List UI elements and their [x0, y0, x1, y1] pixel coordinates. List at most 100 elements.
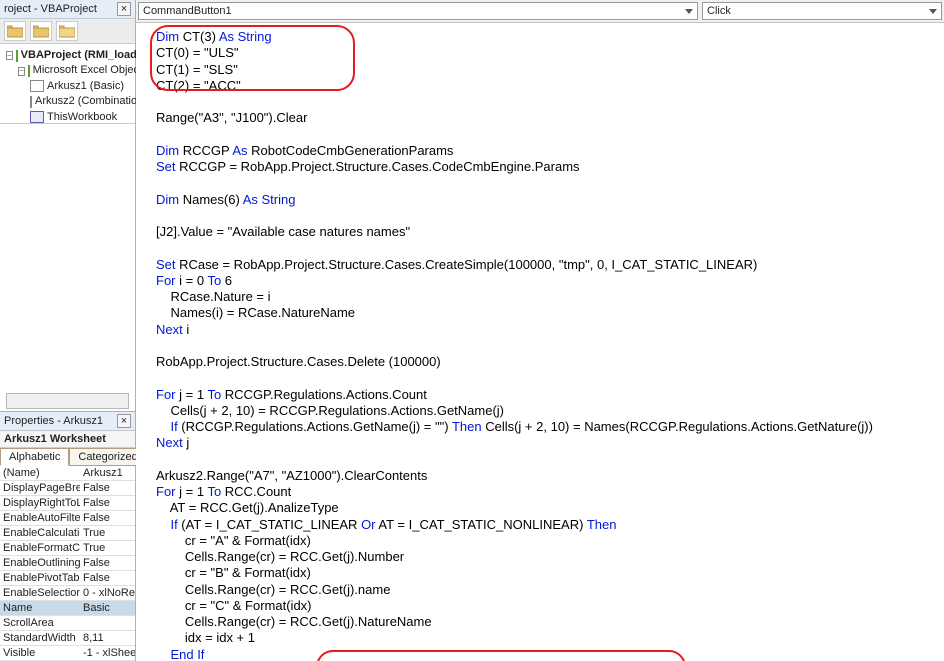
property-grid[interactable]: (Name)Arkusz1DisplayPageBreakFalseDispla… — [0, 466, 135, 661]
code-line[interactable]: Arkusz2.Range("A7", "AZ1000").ClearConte… — [156, 468, 924, 484]
property-value[interactable] — [80, 616, 135, 630]
code-line[interactable]: Cells.Range(cr) = RCC.Get(j).Number — [156, 549, 924, 565]
code-line[interactable] — [156, 208, 924, 224]
code-line[interactable]: If (AT = I_CAT_STATIC_LINEAR Or AT = I_C… — [156, 517, 924, 533]
code-line[interactable]: Dim RCCGP As RobotCodeCmbGenerationParam… — [156, 143, 924, 159]
code-line[interactable] — [156, 370, 924, 386]
code-line[interactable]: [J2].Value = "Available case natures nam… — [156, 224, 924, 240]
property-value[interactable]: True — [80, 526, 135, 540]
code-line[interactable]: Set RCase = RobApp.Project.Structure.Cas… — [156, 257, 924, 273]
property-row[interactable]: StandardWidth8,11 — [0, 631, 135, 646]
project-tree[interactable]: −VBAProject (RMI_loadco −Microsoft Excel… — [0, 44, 135, 124]
code-line[interactable]: Next i — [156, 322, 924, 338]
property-row[interactable]: EnableCalculationTrue — [0, 526, 135, 541]
project-icon — [16, 50, 18, 62]
code-line[interactable]: RCase.Nature = i — [156, 289, 924, 305]
properties-panel: Properties - Arkusz1 × Arkusz1 Worksheet… — [0, 411, 135, 661]
property-row[interactable]: NameBasic — [0, 601, 135, 616]
tree-workbook-label: ThisWorkbook — [47, 110, 117, 125]
props-object-selector[interactable]: Arkusz1 Worksheet — [0, 431, 135, 448]
tab-alphabetic[interactable]: Alphabetic — [0, 448, 69, 466]
property-key: Name — [0, 601, 80, 615]
property-row[interactable]: (Name)Arkusz1 — [0, 466, 135, 481]
code-line[interactable]: Cells(j + 2, 10) = RCCGP.Regulations.Act… — [156, 403, 924, 419]
property-row[interactable]: EnableSelection0 - xlNoRestricti — [0, 586, 135, 601]
code-line[interactable]: CT(0) = "ULS" — [156, 45, 924, 61]
code-line[interactable]: Names(i) = RCase.NatureName — [156, 305, 924, 321]
code-line[interactable]: End If — [156, 647, 924, 661]
code-line[interactable]: For j = 1 To RCCGP.Regulations.Actions.C… — [156, 387, 924, 403]
property-value[interactable]: False — [80, 556, 135, 570]
property-key: (Name) — [0, 466, 80, 480]
project-toolbar — [0, 19, 135, 44]
code-line[interactable]: cr = "B" & Format(idx) — [156, 565, 924, 581]
code-line[interactable]: cr = "A" & Format(idx) — [156, 533, 924, 549]
toolbar-btn-2[interactable] — [30, 21, 52, 41]
tree-workbook[interactable]: ThisWorkbook — [2, 110, 133, 125]
toolbar-btn-1[interactable] — [4, 21, 26, 41]
worksheet-icon — [30, 80, 44, 92]
property-value[interactable]: False — [80, 481, 135, 495]
tree-sheet-2-label: Arkusz2 (Combinatio — [35, 94, 137, 109]
property-row[interactable]: EnableFormatConTrue — [0, 541, 135, 556]
code-line[interactable] — [156, 452, 924, 468]
project-panel-title: roject - VBAProject × — [0, 0, 135, 19]
property-value[interactable]: False — [80, 571, 135, 585]
property-key: EnableCalculation — [0, 526, 80, 540]
property-row[interactable]: Visible-1 - xlSheetVisi — [0, 646, 135, 661]
code-line[interactable]: AT = RCC.Get(j).AnalizeType — [156, 500, 924, 516]
property-row[interactable]: ScrollArea — [0, 616, 135, 631]
code-line[interactable]: For j = 1 To RCC.Count — [156, 484, 924, 500]
code-line[interactable] — [156, 127, 924, 143]
property-value[interactable]: True — [80, 541, 135, 555]
property-value[interactable]: -1 - xlSheetVisi — [80, 646, 135, 660]
property-value[interactable]: 8,11 — [80, 631, 135, 645]
procedure-dropdown[interactable]: Click — [702, 2, 942, 20]
tree-scroll-area[interactable] — [0, 124, 135, 411]
object-dropdown-value: CommandButton1 — [143, 5, 232, 17]
code-line[interactable]: For i = 0 To 6 — [156, 273, 924, 289]
object-dropdown[interactable]: CommandButton1 — [138, 2, 698, 20]
project-panel-close[interactable]: × — [117, 2, 131, 16]
props-panel-close[interactable]: × — [117, 414, 131, 428]
code-line[interactable]: Range("A3", "J100").Clear — [156, 110, 924, 126]
property-row[interactable]: DisplayPageBreakFalse — [0, 481, 135, 496]
property-value[interactable]: 0 - xlNoRestricti — [80, 586, 135, 600]
procedure-dropdown-value: Click — [707, 5, 731, 17]
code-line[interactable]: CT(2) = "ACC" — [156, 78, 924, 94]
tree-sheet-1[interactable]: Arkusz1 (Basic) — [2, 79, 133, 94]
code-line[interactable]: Cells.Range(cr) = RCC.Get(j).NatureName — [156, 614, 924, 630]
property-row[interactable]: EnableAutoFilterFalse — [0, 511, 135, 526]
property-key: EnableFormatCon — [0, 541, 80, 555]
code-line[interactable]: Set RCCGP = RobApp.Project.Structure.Cas… — [156, 159, 924, 175]
code-line[interactable]: Next j — [156, 435, 924, 451]
code-line[interactable] — [156, 338, 924, 354]
code-line[interactable] — [156, 240, 924, 256]
tree-root[interactable]: −VBAProject (RMI_loadco — [2, 48, 133, 63]
property-value[interactable]: Basic — [80, 601, 135, 615]
workbook-icon — [30, 111, 44, 123]
code-line[interactable] — [156, 175, 924, 191]
code-line[interactable]: idx = idx + 1 — [156, 630, 924, 646]
code-line[interactable]: Dim CT(3) As String — [156, 29, 924, 45]
code-editor[interactable]: Dim CT(3) As StringCT(0) = "ULS"CT(1) = … — [136, 23, 944, 661]
toolbar-btn-3[interactable] — [56, 21, 78, 41]
code-line[interactable]: CT(1) = "SLS" — [156, 62, 924, 78]
code-line[interactable]: cr = "C" & Format(idx) — [156, 598, 924, 614]
code-line[interactable]: Dim Names(6) As String — [156, 192, 924, 208]
code-line[interactable] — [156, 94, 924, 110]
property-value[interactable]: False — [80, 511, 135, 525]
scroll-thumb[interactable] — [32, 396, 50, 408]
property-row[interactable]: EnablePivotTableFalse — [0, 571, 135, 586]
code-line[interactable]: RobApp.Project.Structure.Cases.Delete (1… — [156, 354, 924, 370]
property-key: EnableSelection — [0, 586, 80, 600]
code-line[interactable]: Cells.Range(cr) = RCC.Get(j).name — [156, 582, 924, 598]
tree-sheet-2[interactable]: Arkusz2 (Combinatio — [2, 94, 133, 109]
code-line[interactable]: If (RCCGP.Regulations.Actions.GetName(j)… — [156, 419, 924, 435]
property-value[interactable]: False — [80, 496, 135, 510]
tree-group[interactable]: −Microsoft Excel Objects — [2, 63, 133, 78]
property-row[interactable]: EnableOutliningFalse — [0, 556, 135, 571]
property-key: DisplayRightToLe — [0, 496, 80, 510]
property-row[interactable]: DisplayRightToLeFalse — [0, 496, 135, 511]
property-value[interactable]: Arkusz1 — [80, 466, 135, 480]
